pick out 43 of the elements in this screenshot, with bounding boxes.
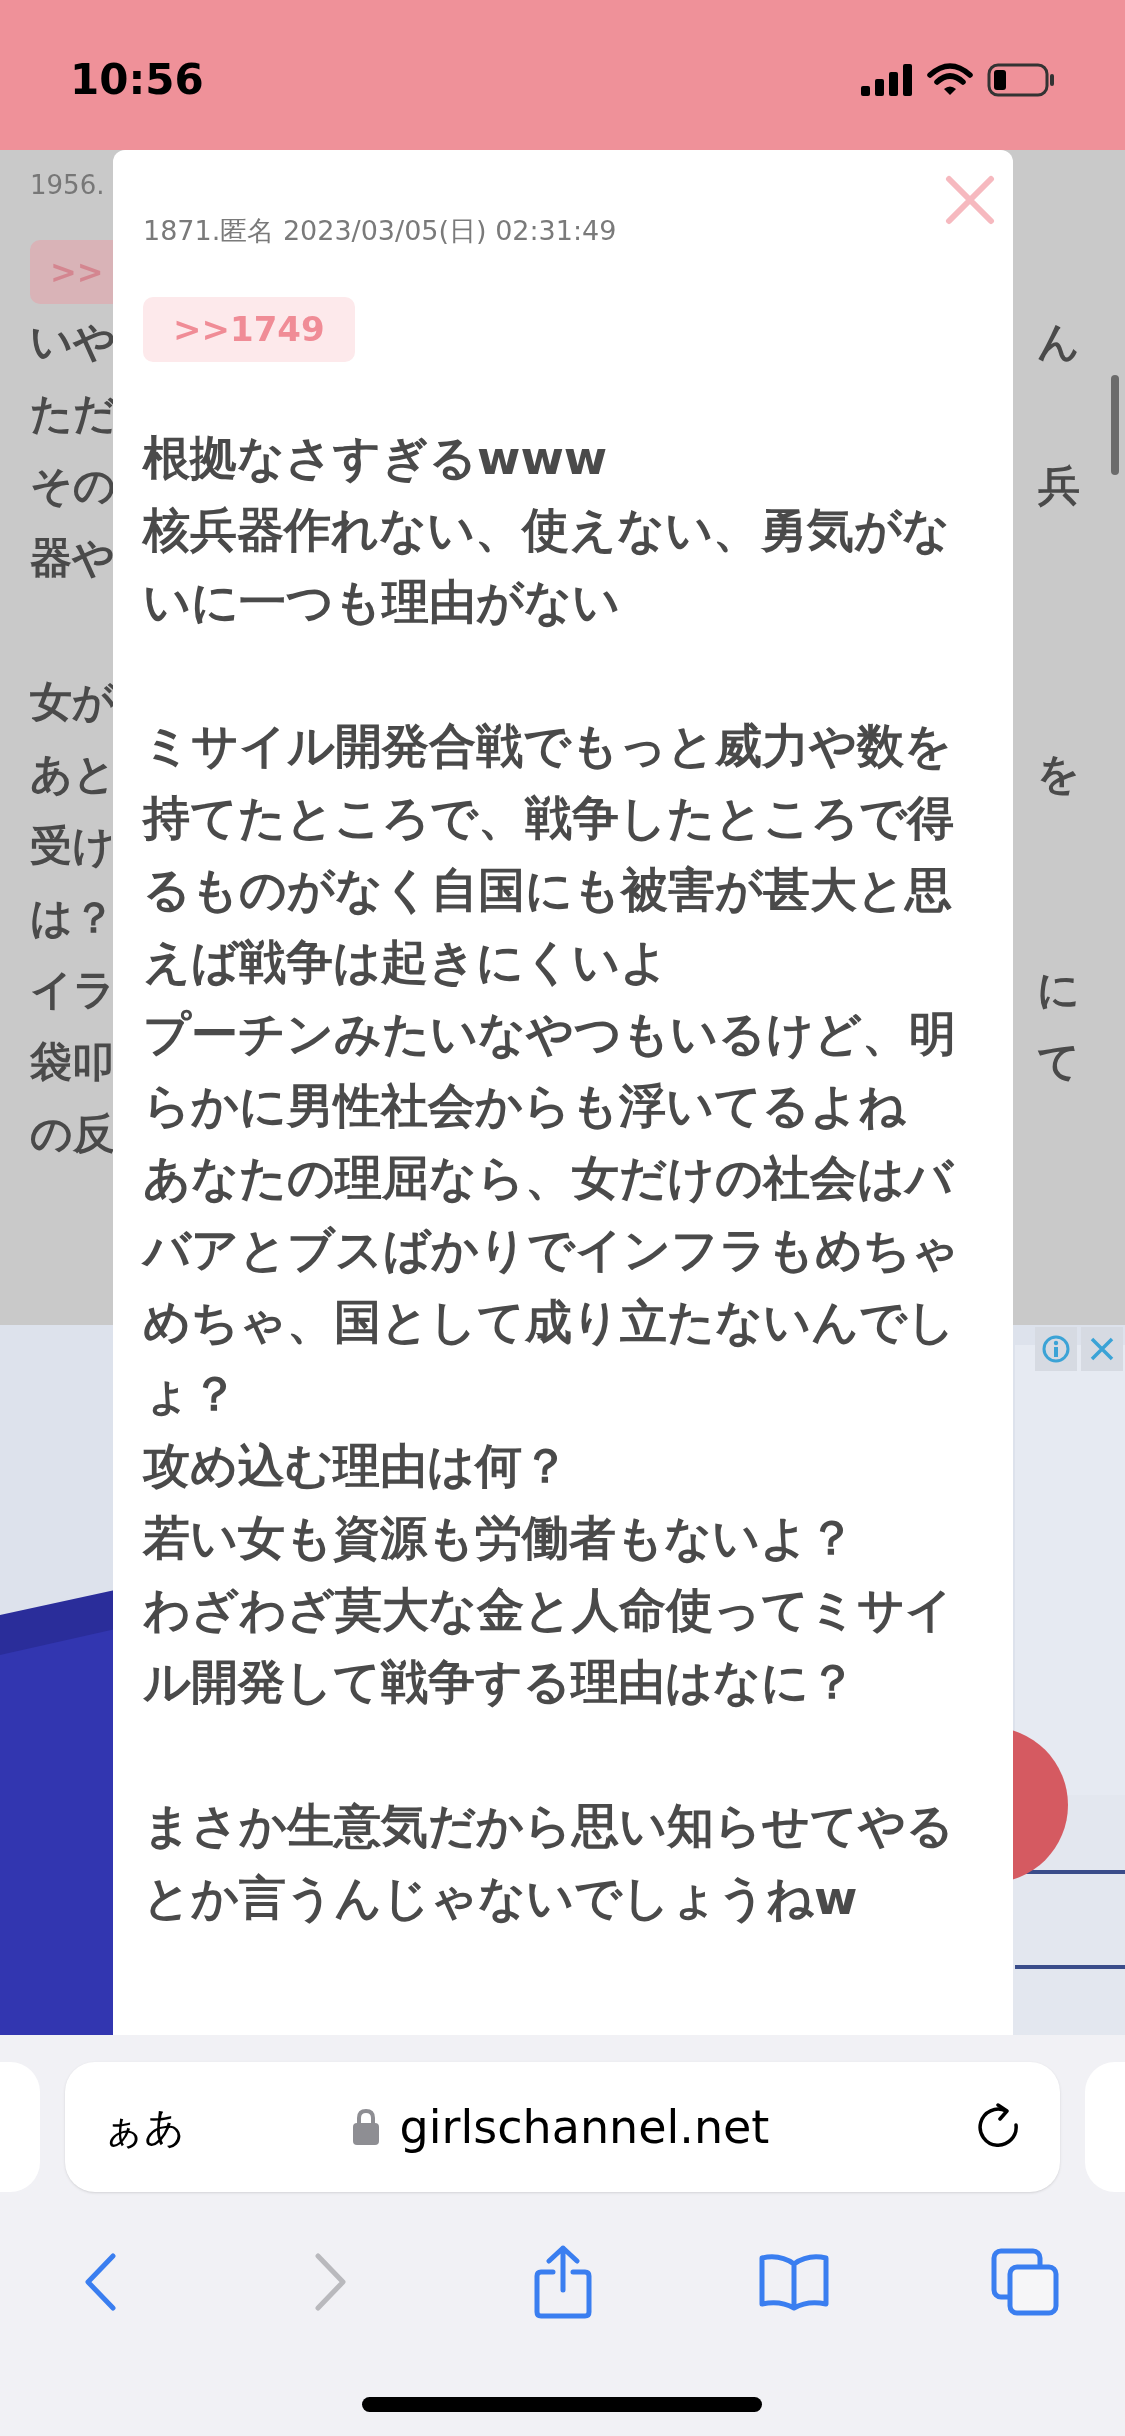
status-time: 10:56: [70, 59, 204, 101]
comment-text: あと: [30, 753, 116, 795]
comment-text: 兵: [1038, 465, 1081, 507]
text-size-button[interactable]: ぁあ: [103, 2097, 185, 2157]
comment-text: わざわざ莫大な金と人命使ってミサイル開発して戦争する理由はなに？: [143, 1581, 954, 1711]
comment-text: まさか生意気だから思い知らせてやるとか言うんじゃないでしょうねw: [143, 1797, 955, 1927]
comment-text: を: [1037, 753, 1081, 795]
comment-text: プーチンみたいなやつもいるけど、明らかに男性社会からも浮いてるよね: [143, 1005, 957, 1135]
address-bar[interactable]: ぁあ girlschannel.net: [65, 2062, 1060, 2192]
forward-icon: [314, 2252, 349, 2312]
comment-text: いや: [30, 321, 116, 363]
comment-text: 受け: [30, 825, 115, 867]
comment-text: 袋叩: [30, 1041, 114, 1083]
comment-text: ん: [1037, 321, 1081, 363]
ad-close-icon[interactable]: [1081, 1327, 1123, 1371]
comment-text: 核兵器作れない、使えない、勇気がないに一つも理由がない: [143, 501, 951, 631]
battery-icon: [987, 63, 1055, 97]
comment-text: イラ: [30, 969, 116, 1011]
comment-text: ただ: [30, 393, 116, 435]
comment-text: 根拠なさすぎるwww: [143, 429, 609, 487]
comment-text: 女が: [30, 681, 115, 723]
comment-text: に: [1037, 969, 1081, 1011]
book-icon: [757, 2252, 830, 2312]
lock-icon: [351, 2108, 380, 2146]
comment-text: あなたの理屈なら、女だけの社会はババアとブスばかりでインフラもめちゃめちゃ、国として成り立たないんでしょ？: [143, 1149, 960, 1423]
comment-text: 器や: [30, 537, 115, 579]
share-icon: [532, 2244, 593, 2320]
back-icon: [83, 2252, 117, 2312]
tabs-icon: [991, 2248, 1059, 2316]
comment-text: その: [30, 465, 116, 507]
comment-text: ミサイル開発合戦でもっと威力や数を持てたところで、戦争したところで得るものがなく自国にも被害が甚大と思えば戦争は起きにくいよ: [143, 717, 955, 991]
ad-info-icon[interactable]: [1035, 1327, 1077, 1371]
signal-icon: [861, 64, 913, 96]
comment-meta: 1956.: [30, 170, 106, 200]
comment-text: 攻め込む理由は何？: [143, 1437, 570, 1495]
comment-meta: 1871.匿名 2023/03/05(日) 02:31:49: [143, 215, 618, 247]
url-text: girlschannel.net: [399, 2098, 770, 2156]
close-icon[interactable]: [945, 175, 995, 225]
comment-text: て: [1037, 1041, 1081, 1083]
comment-text: 若い女も資源も労働者もないよ？: [143, 1509, 856, 1567]
comment-text: は？: [30, 897, 115, 939]
wifi-icon: [927, 63, 973, 97]
comment-text: の反: [30, 1113, 115, 1155]
